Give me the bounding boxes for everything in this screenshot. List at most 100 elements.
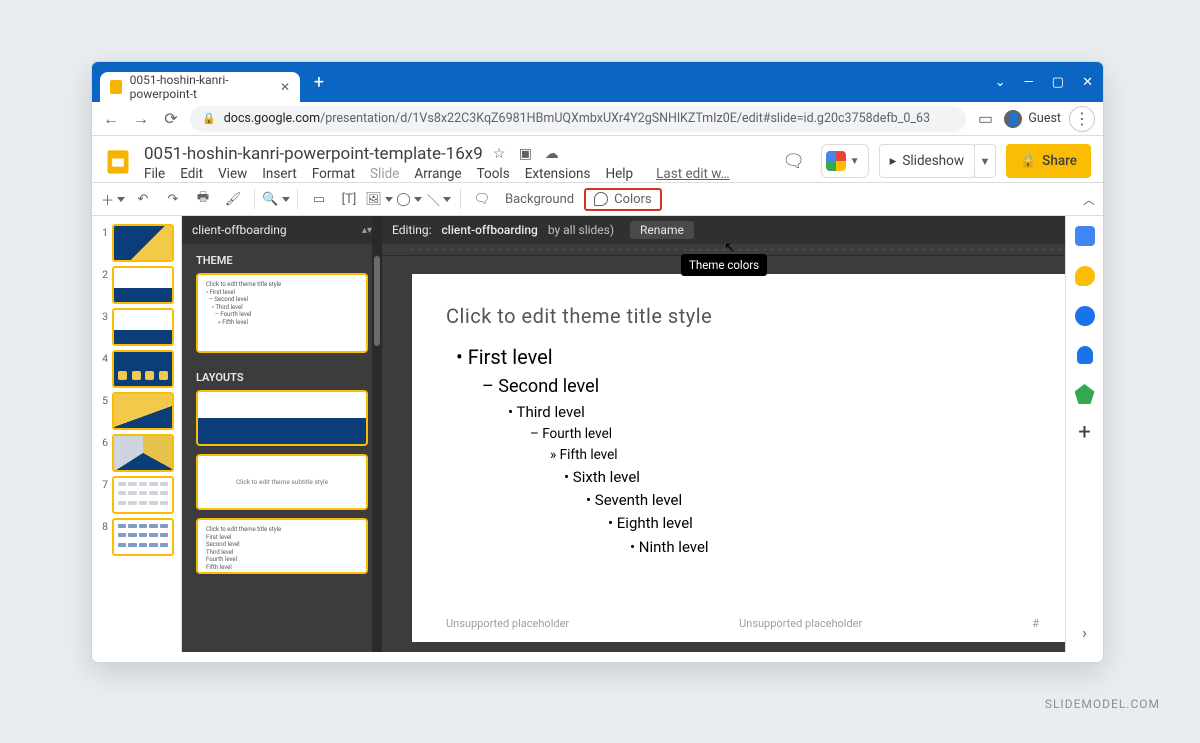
browser-menu-icon[interactable]: ⋮ bbox=[1069, 106, 1095, 132]
zoom-button[interactable]: 🔍 bbox=[263, 186, 289, 212]
textbox-tool[interactable]: [T] bbox=[336, 186, 362, 212]
workarea: 1 2 3 4 5 6 7 8 client-offboarding ▴▾ TH… bbox=[92, 216, 1103, 652]
theme-dropdown-icon[interactable]: ▴▾ bbox=[362, 225, 372, 236]
theme-panel-header[interactable]: client-offboarding ▴▾ bbox=[182, 216, 382, 244]
layout-thumbnail[interactable]: Click to edit theme title styleFirst lev… bbox=[196, 518, 368, 574]
share-label: Share bbox=[1042, 153, 1077, 169]
menu-extensions[interactable]: Extensions bbox=[525, 166, 591, 182]
reading-list-icon[interactable]: ▭ bbox=[974, 108, 996, 130]
tab-close-icon[interactable]: ✕ bbox=[280, 80, 290, 94]
bullet-level-6[interactable]: • Sixth level bbox=[446, 466, 1039, 489]
keep-icon[interactable] bbox=[1075, 266, 1095, 286]
profile-chip[interactable]: 👤 Guest bbox=[1004, 110, 1061, 128]
bullet-level-4[interactable]: – Fourth level bbox=[446, 424, 1039, 445]
layout-thumbnail[interactable]: Click to edit theme subtitle style bbox=[196, 454, 368, 510]
slide-thumbnail[interactable] bbox=[112, 518, 174, 556]
move-icon[interactable]: ▣ bbox=[519, 146, 535, 162]
bullet-level-7[interactable]: • Seventh level bbox=[446, 489, 1039, 512]
slideshow-button[interactable]: ▸ Slideshow bbox=[879, 144, 975, 178]
meet-button[interactable]: ▼ bbox=[821, 144, 869, 178]
url-host: docs.google.com bbox=[224, 111, 320, 126]
slides-logo-icon[interactable] bbox=[100, 144, 136, 180]
image-tool[interactable]: 🖼 bbox=[366, 186, 392, 212]
placeholder-left: Unsupported placeholder bbox=[446, 617, 569, 630]
used-by: by all slides) bbox=[548, 223, 614, 237]
new-tab-button[interactable]: + bbox=[306, 69, 332, 95]
nav-reload-icon[interactable]: ⟳ bbox=[160, 108, 182, 130]
menu-arrange[interactable]: Arrange bbox=[414, 166, 461, 182]
theme-editor: Editing: client-offboarding by all slide… bbox=[382, 216, 1103, 652]
theme-master-thumbnail[interactable]: Click to edit theme title style• First l… bbox=[196, 273, 368, 353]
cloud-status-icon[interactable]: ☁ bbox=[545, 146, 561, 162]
addons-plus-icon[interactable]: + bbox=[1075, 424, 1095, 444]
slide-canvas[interactable]: Click to edit theme title style • First … bbox=[412, 274, 1073, 642]
rename-button[interactable]: Rename bbox=[630, 221, 694, 239]
slideshow-label: Slideshow bbox=[902, 153, 964, 169]
menu-help[interactable]: Help bbox=[605, 166, 633, 182]
select-tool[interactable]: ▭ bbox=[306, 186, 332, 212]
bullet-level-5[interactable]: » Fifth level bbox=[446, 445, 1039, 466]
play-icon: ▸ bbox=[890, 153, 897, 169]
omnibox[interactable]: 🔒 docs.google.com/presentation/d/1Vs8x22… bbox=[190, 106, 966, 132]
bullet-level-9[interactable]: • Ninth level bbox=[446, 536, 1039, 559]
star-icon[interactable]: ☆ bbox=[493, 146, 509, 162]
collapse-toolbar-icon[interactable]: ︿ bbox=[1083, 191, 1095, 208]
hide-side-panel-icon[interactable]: › bbox=[1082, 623, 1087, 642]
tab-search-icon[interactable]: ⌄ bbox=[995, 75, 1006, 90]
print-button[interactable]: 🖶 bbox=[190, 186, 216, 212]
menu-slide[interactable]: Slide bbox=[370, 166, 399, 182]
menu-edit[interactable]: Edit bbox=[180, 166, 203, 182]
background-button[interactable]: Background bbox=[499, 192, 580, 207]
theme-section-label: THEME bbox=[182, 244, 382, 273]
bullet-level-3[interactable]: • Third level bbox=[446, 401, 1039, 424]
slide-thumbnail[interactable] bbox=[112, 434, 174, 472]
slide-thumbnail[interactable] bbox=[112, 476, 174, 514]
calendar-icon[interactable] bbox=[1075, 226, 1095, 246]
slide-thumbnail[interactable] bbox=[112, 350, 174, 388]
paint-format-button[interactable]: 🖌 bbox=[220, 186, 246, 212]
bullet-level-8[interactable]: • Eighth level bbox=[446, 512, 1039, 535]
editing-prefix: Editing: bbox=[392, 223, 432, 237]
bullet-level-1[interactable]: • First level bbox=[446, 342, 1039, 373]
slide-thumbnail[interactable] bbox=[112, 266, 174, 304]
nav-forward-icon[interactable]: → bbox=[130, 108, 152, 130]
slide-thumbnail[interactable] bbox=[112, 224, 174, 262]
bullet-level-2[interactable]: – Second level bbox=[446, 373, 1039, 401]
comment-tool[interactable]: 🗨 bbox=[469, 186, 495, 212]
theme-colors-button[interactable]: Colors bbox=[584, 188, 662, 211]
window-minimize-icon[interactable]: — bbox=[1024, 75, 1034, 90]
menu-format[interactable]: Format bbox=[312, 166, 355, 182]
window-close-icon[interactable]: ✕ bbox=[1082, 75, 1093, 90]
document-title[interactable]: 0051-hoshin-kanri-powerpoint-template-16… bbox=[144, 144, 483, 164]
slide-thumbnail[interactable] bbox=[112, 308, 174, 346]
theme-panel-scrollbar[interactable] bbox=[372, 216, 382, 652]
nav-back-icon[interactable]: ← bbox=[100, 108, 122, 130]
menu-tools[interactable]: Tools bbox=[477, 166, 510, 182]
shape-tool[interactable]: ◯ bbox=[396, 186, 422, 212]
menu-insert[interactable]: Insert bbox=[262, 166, 297, 182]
slideshow-dropdown[interactable]: ▼ bbox=[974, 144, 996, 178]
slide-number: 5 bbox=[98, 392, 108, 407]
browser-tab[interactable]: 0051-hoshin-kanri-powerpoint-t ✕ bbox=[100, 72, 300, 102]
menu-view[interactable]: View bbox=[218, 166, 247, 182]
last-edit-link[interactable]: Last edit w… bbox=[656, 166, 730, 182]
redo-button[interactable]: ↷ bbox=[160, 186, 186, 212]
line-tool[interactable]: ＼ bbox=[426, 186, 452, 212]
comments-icon[interactable]: 🗨 bbox=[777, 144, 811, 178]
new-slide-button[interactable]: ＋ bbox=[100, 186, 126, 212]
palette-icon bbox=[594, 192, 608, 206]
maps-icon[interactable] bbox=[1075, 384, 1095, 404]
menu-file[interactable]: File bbox=[144, 166, 165, 182]
undo-button[interactable]: ↶ bbox=[130, 186, 156, 212]
slide-thumbnail[interactable] bbox=[112, 392, 174, 430]
footer-placeholders: Unsupported placeholder Unsupported plac… bbox=[446, 617, 1039, 630]
contacts-icon[interactable] bbox=[1077, 346, 1093, 364]
slide-number: 3 bbox=[98, 308, 108, 323]
window-maximize-icon[interactable]: ▢ bbox=[1052, 75, 1064, 90]
canvas-title[interactable]: Click to edit theme title style bbox=[446, 304, 1039, 328]
share-button[interactable]: 🔒 Share bbox=[1006, 144, 1091, 178]
share-lock-icon: 🔒 bbox=[1020, 154, 1036, 169]
tasks-icon[interactable] bbox=[1075, 306, 1095, 326]
layout-thumbnail[interactable] bbox=[196, 390, 368, 446]
address-bar: ← → ⟳ 🔒 docs.google.com/presentation/d/1… bbox=[92, 102, 1103, 136]
